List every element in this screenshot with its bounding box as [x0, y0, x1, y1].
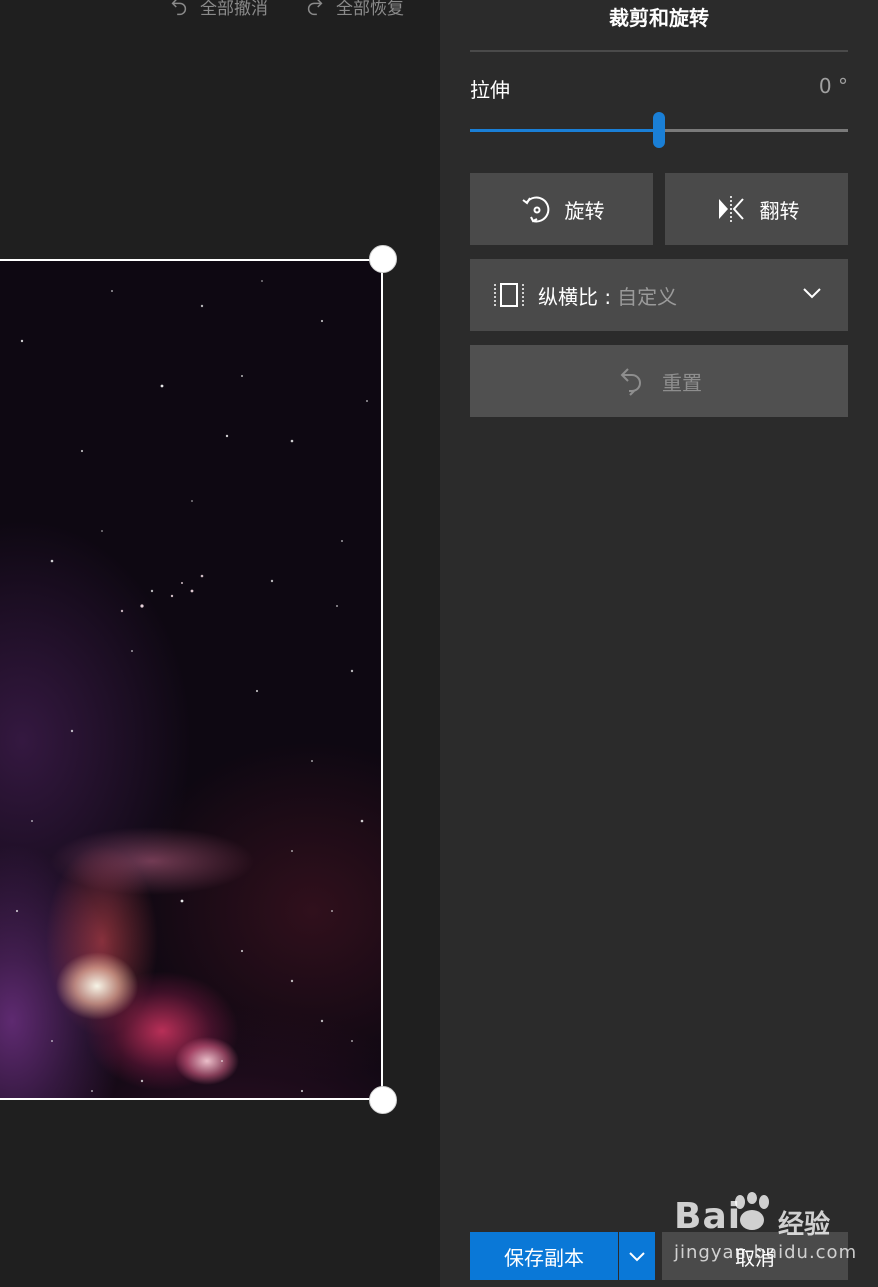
- undo-all-label: 全部撤消: [200, 0, 268, 19]
- crop-handle-top-right[interactable]: [369, 245, 397, 273]
- panel-title: 裁剪和旋转: [609, 6, 709, 30]
- stretch-value: 0 °: [818, 74, 848, 98]
- slider-fill: [470, 129, 659, 132]
- rotate-button[interactable]: 旋转: [470, 173, 653, 245]
- title-divider: [470, 50, 848, 52]
- top-toolbar: 全部撤消 全部恢复: [168, 0, 404, 19]
- save-copy-label: 保存副本: [504, 1245, 584, 1270]
- crop-rotate-panel: 裁剪和旋转 拉伸 0 ° 旋转 翻转 纵横比 : 自定义 重置 保存副本 取消: [440, 0, 878, 1287]
- rotate-label: 旋转: [564, 198, 605, 223]
- reset-button[interactable]: 重置: [470, 345, 848, 417]
- redo-all-button[interactable]: 全部恢复: [304, 0, 404, 19]
- chevron-down-icon: [629, 1252, 645, 1262]
- aspect-label: 纵横比 :: [538, 284, 612, 309]
- starfield: [15, 280, 368, 1093]
- cancel-button[interactable]: 取消: [662, 1232, 848, 1280]
- redo-icon: [307, 0, 323, 15]
- aspect-value: 自定义: [617, 284, 678, 309]
- flip-label: 翻转: [759, 198, 800, 223]
- slider-thumb[interactable]: [653, 112, 665, 148]
- flip-icon: [718, 196, 744, 222]
- reset-icon: [620, 368, 641, 396]
- crop-handle-bottom-right[interactable]: [369, 1086, 397, 1114]
- save-options-dropdown[interactable]: [619, 1232, 655, 1280]
- aspect-label-group: 纵横比 : 自定义: [538, 281, 677, 310]
- crop-image[interactable]: [0, 259, 383, 1100]
- stretch-label: 拉伸: [470, 78, 510, 102]
- cancel-label: 取消: [735, 1245, 775, 1270]
- rotate-icon: [521, 196, 549, 223]
- redo-all-label: 全部恢复: [336, 0, 404, 19]
- aspect-ratio-dropdown[interactable]: 纵横比 : 自定义: [470, 259, 848, 331]
- stretch-slider[interactable]: [470, 112, 848, 148]
- aspect-ratio-icon: [494, 283, 524, 307]
- reset-label: 重置: [662, 370, 702, 395]
- flip-button[interactable]: 翻转: [665, 173, 848, 245]
- undo-all-button[interactable]: 全部撤消: [168, 0, 268, 19]
- chevron-down-icon: [803, 288, 821, 299]
- save-copy-button[interactable]: 保存副本: [470, 1232, 618, 1280]
- image-canvas: 全部撤消 全部恢复: [0, 0, 440, 1287]
- undo-icon: [171, 0, 187, 15]
